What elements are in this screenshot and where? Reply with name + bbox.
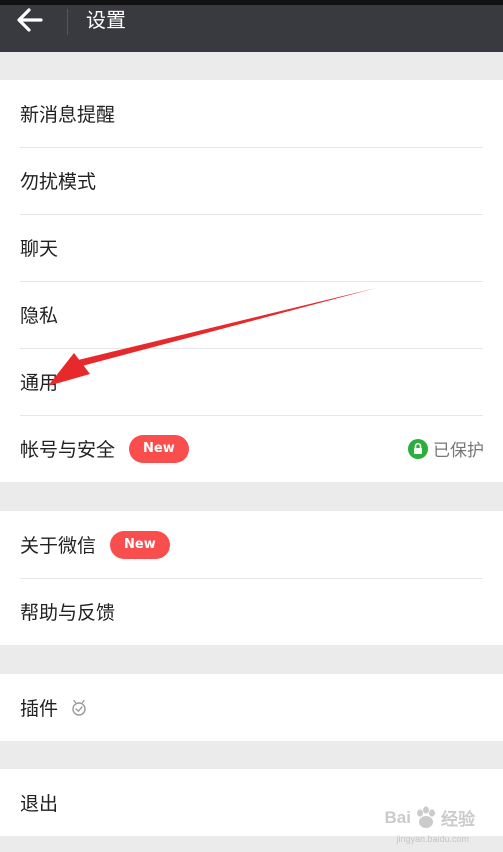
watermark-text-left: Bai — [384, 807, 411, 827]
watermark-url: jingyan.baidu.com — [396, 834, 469, 844]
settings-item-about[interactable]: 关于微信 New — [0, 511, 503, 578]
settings-group-main: 新消息提醒 勿扰模式 聊天 隐私 通用 帐号与安全 New 已保护 — [0, 80, 503, 482]
settings-item-label: 聊天 — [20, 238, 59, 260]
protection-status: 已保护 — [408, 415, 484, 482]
baidu-watermark: Bai 经验 — [385, 805, 475, 830]
settings-item-privacy[interactable]: 隐私 — [0, 281, 503, 348]
settings-item-do-not-disturb[interactable]: 勿扰模式 — [0, 147, 503, 214]
settings-item-label: 帮助与反馈 — [20, 602, 116, 624]
settings-item-chat[interactable]: 聊天 — [0, 214, 503, 281]
settings-item-label: 帐号与安全 — [20, 439, 116, 461]
watermark-text-right: 经验 — [441, 810, 475, 829]
settings-item-plugins[interactable]: 插件 — [0, 674, 503, 741]
settings-item-label: 关于微信 — [20, 535, 97, 557]
new-badge: New — [110, 530, 170, 559]
settings-item-notifications[interactable]: 新消息提醒 — [0, 80, 503, 147]
page-title: 设置 — [86, 8, 126, 32]
top-bar: 设置 — [0, 0, 503, 52]
plugin-bulb-icon — [72, 699, 86, 716]
settings-item-help-feedback[interactable]: 帮助与反馈 — [0, 578, 503, 645]
protection-status-text: 已保护 — [433, 441, 484, 461]
back-button[interactable] — [16, 6, 56, 34]
header-divider — [67, 9, 68, 35]
settings-item-label: 通用 — [20, 372, 59, 394]
settings-item-label: 隐私 — [20, 305, 59, 327]
lock-icon — [408, 438, 428, 459]
settings-item-label: 勿扰模式 — [20, 171, 97, 193]
settings-item-general[interactable]: 通用 — [0, 348, 503, 415]
settings-group-about: 关于微信 New 帮助与反馈 — [0, 511, 503, 645]
baidu-paw-icon — [417, 805, 435, 828]
settings-item-label: 新消息提醒 — [20, 104, 116, 126]
back-arrow-icon — [17, 8, 43, 32]
settings-group-plugins: 插件 — [0, 674, 503, 741]
new-badge: New — [129, 434, 189, 463]
settings-item-label: 插件 — [20, 698, 59, 720]
settings-item-label: 退出 — [20, 793, 59, 815]
settings-item-account-security[interactable]: 帐号与安全 New 已保护 — [0, 415, 503, 482]
